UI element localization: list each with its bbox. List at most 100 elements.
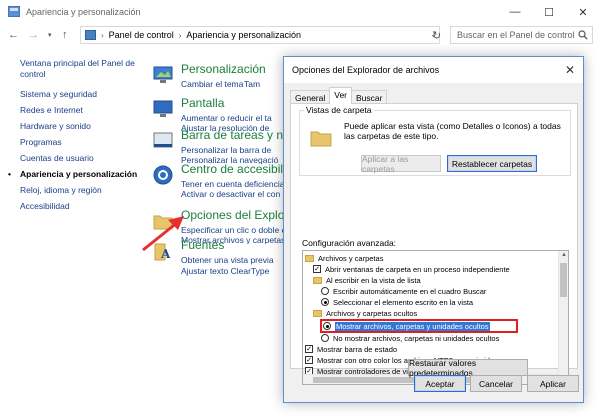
category-link[interactable]: Obtener una vista previa bbox=[181, 255, 274, 265]
dialog-title: Opciones del Explorador de archivos bbox=[292, 65, 440, 75]
folder-icon bbox=[305, 254, 314, 262]
ok-button[interactable]: Aceptar bbox=[414, 375, 466, 392]
setting-label: Mostrar barra de estado bbox=[317, 344, 398, 354]
reset-folders-button[interactable]: Restablecer carpetas bbox=[447, 155, 537, 172]
radio-unselected-icon[interactable] bbox=[321, 334, 329, 342]
category-title[interactable]: Personalización bbox=[181, 62, 266, 76]
breadcrumb-apariencia[interactable]: Apariencia y personalización bbox=[186, 30, 301, 40]
breadcrumb-panel-de-control[interactable]: Panel de control bbox=[109, 30, 174, 40]
setting-radio[interactable]: Seleccionar el elemento escrito en la vi… bbox=[321, 297, 473, 307]
setting-label: No mostrar archivos, carpetas ni unidade… bbox=[333, 333, 500, 343]
cancel-button[interactable]: Cancelar bbox=[470, 375, 522, 392]
control-panel-icon bbox=[8, 6, 20, 17]
apply-to-folders-button[interactable]: Aplicar a las carpetas bbox=[361, 154, 441, 174]
category-link[interactable]: Cambiar el tema bbox=[181, 79, 243, 89]
breadcrumb-chevron-icon[interactable]: › bbox=[179, 31, 182, 40]
breadcrumb-chevron-icon[interactable]: › bbox=[101, 31, 104, 40]
control-panel-small-icon bbox=[85, 30, 96, 40]
search-icon bbox=[578, 30, 588, 40]
tab-ver[interactable]: Ver bbox=[329, 87, 353, 104]
close-icon[interactable]: ✕ bbox=[565, 63, 575, 77]
setting-checkbox[interactable]: ✓ Abrir ventanas de carpeta en un proces… bbox=[313, 264, 510, 274]
recent-locations-chevron-icon[interactable]: ▾ bbox=[48, 31, 52, 39]
apply-button[interactable]: Aplicar bbox=[527, 375, 579, 392]
sidebar: Ventana principal del Panel de control S… bbox=[8, 58, 142, 217]
dialog-title-bar: Opciones del Explorador de archivos ✕ bbox=[284, 57, 583, 83]
up-arrow-icon[interactable]: ↑ bbox=[62, 29, 68, 41]
minimize-icon[interactable]: — bbox=[498, 0, 532, 24]
setting-checkbox[interactable]: ✓ Mostrar barra de estado bbox=[305, 344, 397, 354]
category-barra-tareas: Barra de tareas y nave Personalizar la b… bbox=[152, 128, 292, 164]
tree-folder-label: Archivos y carpetas ocultos bbox=[326, 308, 418, 318]
category-title[interactable]: Barra de tareas y nave bbox=[181, 128, 292, 142]
category-title[interactable]: Centro de accesibilid bbox=[181, 162, 292, 176]
tab-buscar[interactable]: Buscar bbox=[351, 90, 388, 104]
category-title[interactable]: Pantalla bbox=[181, 96, 224, 110]
category-pantalla: Pantalla Aumentar o reducir el ta Ajusta… bbox=[152, 96, 292, 132]
category-link[interactable]: Personalizar la barra de bbox=[181, 145, 271, 155]
folder-icon bbox=[313, 276, 322, 284]
vistas-description: Puede aplicar esta vista (como Detalles … bbox=[344, 121, 561, 141]
tree-folder: Archivos y carpetas ocultos bbox=[313, 308, 417, 318]
refresh-icon[interactable]: ↻ bbox=[432, 29, 441, 42]
address-bar[interactable]: › Panel de control › Apariencia y person… bbox=[80, 26, 440, 44]
maximize-icon[interactable]: ☐ bbox=[532, 0, 566, 24]
radio-unselected-icon[interactable] bbox=[321, 287, 329, 295]
category-accesibilidad: Centro de accesibilid Tener en cuenta de… bbox=[152, 162, 292, 198]
accessibility-icon bbox=[153, 165, 173, 185]
personalization-icon bbox=[153, 66, 173, 83]
scroll-up-icon[interactable]: ▲ bbox=[561, 252, 567, 258]
title-bar: Apariencia y personalización — ☐ ✕ bbox=[0, 0, 600, 24]
sidebar-item-redes[interactable]: Redes e Internet bbox=[20, 105, 142, 116]
setting-radio[interactable]: No mostrar archivos, carpetas ni unidade… bbox=[321, 333, 499, 343]
group-vistas-carpeta: Vistas de carpeta Puede aplicar esta vis… bbox=[299, 105, 571, 176]
setting-radio[interactable]: Escribir automáticamente en el cuadro Bu… bbox=[321, 286, 486, 296]
tree-folder-label: Archivos y carpetas bbox=[318, 253, 384, 263]
category-link[interactable]: Especificar un clic o doble cl bbox=[181, 225, 288, 235]
sidebar-item-panel-principal[interactable]: Ventana principal del Panel de control bbox=[20, 58, 142, 80]
sidebar-item-sistema[interactable]: Sistema y seguridad bbox=[20, 89, 142, 100]
checkbox-checked-icon[interactable]: ✓ bbox=[305, 356, 313, 364]
group-label: Vistas de carpeta bbox=[304, 105, 374, 115]
sidebar-item-apariencia[interactable]: Apariencia y personalización bbox=[8, 169, 142, 180]
tab-general[interactable]: General bbox=[290, 90, 331, 104]
category-link[interactable]: Tener en cuenta deficiencias bbox=[181, 179, 289, 189]
close-icon[interactable]: ✕ bbox=[566, 0, 600, 24]
folder-options-dialog: Opciones del Explorador de archivos ✕ Ge… bbox=[283, 56, 584, 403]
forward-arrow-icon[interactable]: → bbox=[28, 29, 39, 41]
advanced-settings-label: Configuración avanzada: bbox=[302, 238, 397, 248]
taskbar-icon bbox=[153, 132, 173, 148]
tab-panel-ver: Vistas de carpeta Puede aplicar esta vis… bbox=[290, 103, 578, 385]
search-input[interactable]: Buscar en el Panel de control bbox=[450, 26, 593, 44]
restore-defaults-button[interactable]: Restaurar valores predeterminados bbox=[408, 358, 528, 378]
tab-strip: General Ver Buscar bbox=[290, 87, 388, 104]
category-link[interactable]: Aumentar o reducir el ta bbox=[181, 113, 272, 123]
category-link[interactable]: Ajustar texto ClearType bbox=[181, 266, 269, 276]
setting-label: Seleccionar el elemento escrito en la vi… bbox=[333, 297, 474, 307]
checkbox-checked-icon[interactable]: ✓ bbox=[305, 345, 313, 353]
sidebar-item-programas[interactable]: Programas bbox=[20, 137, 142, 148]
sidebar-item-hardware[interactable]: Hardware y sonido bbox=[20, 121, 142, 132]
tree-folder: Archivos y carpetas bbox=[305, 253, 383, 263]
radio-selected-icon[interactable] bbox=[323, 322, 331, 330]
sidebar-item-reloj[interactable]: Reloj, idioma y región bbox=[20, 185, 142, 196]
setting-label: Escribir automáticamente en el cuadro Bu… bbox=[333, 286, 487, 296]
checkbox-checked-icon[interactable]: ✓ bbox=[313, 265, 321, 273]
category-link[interactable]: Tam bbox=[244, 79, 260, 89]
display-icon bbox=[153, 100, 173, 117]
vertical-scrollbar[interactable]: ▲ ▼ bbox=[558, 251, 568, 384]
setting-label: Mostrar archivos, carpetas y unidades oc… bbox=[335, 321, 490, 331]
window-title: Apariencia y personalización bbox=[26, 7, 141, 17]
setting-label: Abrir ventanas de carpeta en un proceso … bbox=[325, 264, 510, 274]
sidebar-item-cuentas[interactable]: Cuentas de usuario bbox=[20, 153, 142, 164]
sidebar-item-accesibilidad[interactable]: Accesibilidad bbox=[20, 201, 142, 212]
back-arrow-icon[interactable]: ← bbox=[8, 29, 19, 41]
radio-selected-icon[interactable] bbox=[321, 298, 329, 306]
category-title[interactable]: Opciones del Explorad bbox=[181, 208, 292, 222]
scroll-thumb[interactable] bbox=[560, 263, 567, 297]
setting-radio-show-hidden[interactable]: Mostrar archivos, carpetas y unidades oc… bbox=[323, 321, 490, 331]
tree-folder-label: Al escribir en la vista de lista bbox=[326, 275, 421, 285]
folder-icon bbox=[313, 309, 322, 317]
navigation-bar: ← → ▾ ↑ › Panel de control › Apariencia … bbox=[0, 24, 600, 46]
category-link[interactable]: Activar o desactivar el con bbox=[181, 189, 280, 198]
